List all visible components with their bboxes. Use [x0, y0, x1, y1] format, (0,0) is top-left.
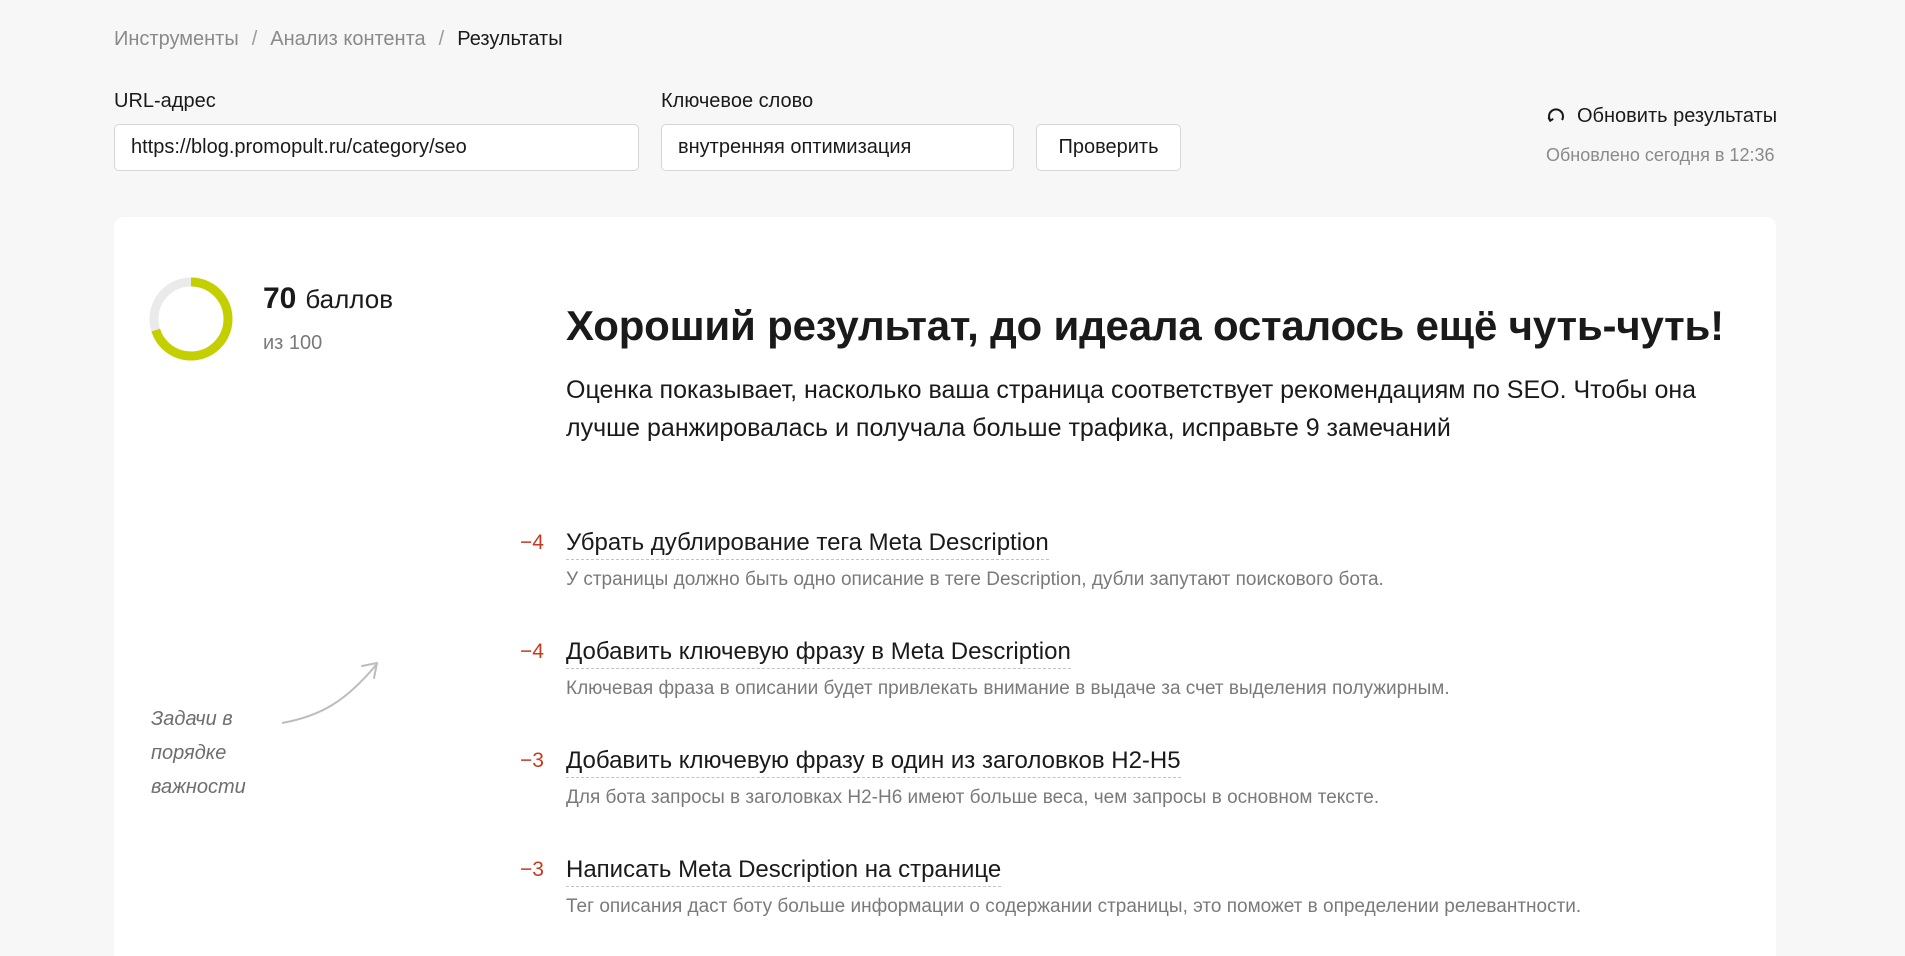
- check-button[interactable]: Проверить: [1036, 124, 1181, 171]
- breadcrumb-current: Результаты: [457, 28, 563, 50]
- score-unit: баллов: [305, 284, 394, 314]
- score-max: из 100: [263, 332, 323, 354]
- task-score-delta: −4: [520, 531, 544, 554]
- breadcrumb-link-content-analysis[interactable]: Анализ контента: [270, 28, 425, 51]
- breadcrumb: Инструменты / Анализ контента / Результа…: [114, 28, 563, 51]
- score-ring: [149, 277, 233, 361]
- url-label: URL-адрес: [114, 90, 216, 112]
- page: Инструменты / Анализ контента / Результа…: [0, 0, 1905, 956]
- task-score-delta: −4: [520, 640, 544, 663]
- refresh-results-label: Обновить результаты: [1577, 105, 1778, 127]
- score-value: 70 баллов: [263, 282, 393, 316]
- result-description: Оценка показывает, насколько ваша страни…: [566, 376, 1697, 442]
- refresh-icon: [1547, 107, 1564, 122]
- task-description: Ключевая фраза в описании будет привлека…: [566, 678, 1450, 699]
- url-input[interactable]: [114, 124, 639, 171]
- task-title-link[interactable]: Убрать дублирование тега Meta Descriptio…: [566, 529, 1049, 560]
- task-score-delta: −3: [520, 749, 544, 772]
- task-description: Для бота запросы в заголовках H2-H6 имею…: [566, 787, 1380, 808]
- refresh-results-button[interactable]: Обновить результаты: [1546, 105, 1777, 128]
- breadcrumb-link-tools[interactable]: Инструменты: [114, 28, 239, 51]
- keyword-label: Ключевое слово: [661, 90, 814, 112]
- updated-timestamp: Обновлено сегодня в 12:36: [1546, 145, 1775, 165]
- curved-arrow-icon: [281, 662, 378, 724]
- task-title-link[interactable]: Добавить ключевую фразу в один из заголо…: [566, 747, 1181, 778]
- task-score-delta: −3: [520, 858, 544, 881]
- task-description: У страницы должно быть одно описание в т…: [566, 569, 1384, 590]
- keyword-input[interactable]: [661, 124, 1014, 171]
- priority-note: Задачи в порядке важности: [151, 708, 246, 798]
- result-headline: Хороший результат, до идеала осталось ещ…: [566, 302, 1724, 349]
- task-title-link[interactable]: Добавить ключевую фразу в Meta Descripti…: [566, 638, 1071, 669]
- task-description: Тег описания даст боту больше информации…: [566, 896, 1582, 917]
- breadcrumb-separator: /: [251, 28, 258, 50]
- task-title-link[interactable]: Написать Meta Description на странице: [566, 856, 1002, 887]
- score-number: 70: [263, 282, 297, 315]
- breadcrumb-separator: /: [438, 28, 445, 50]
